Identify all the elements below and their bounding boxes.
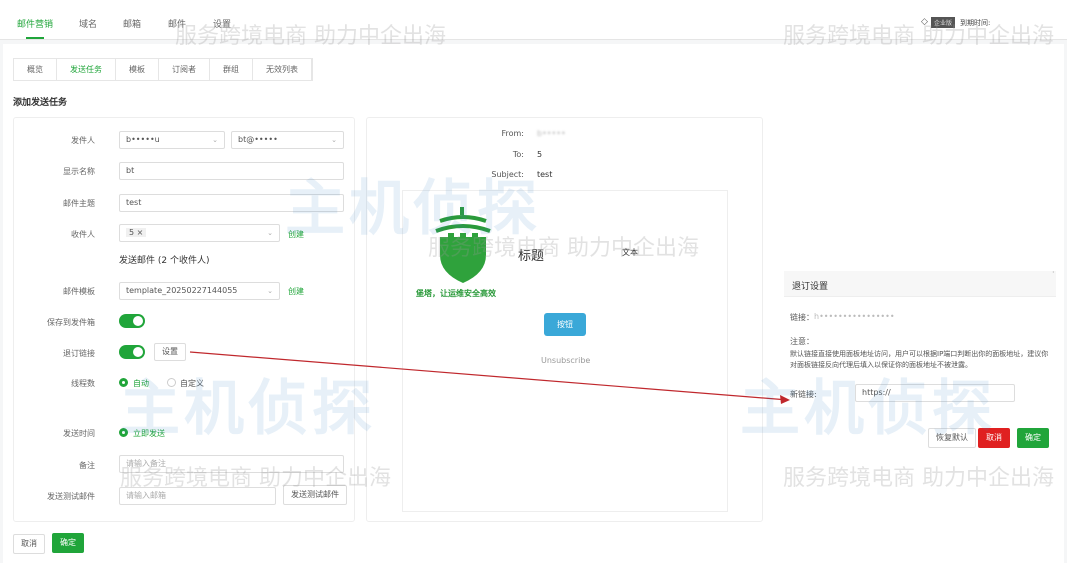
tab-subscribers[interactable]: 订阅者 (159, 59, 210, 80)
preview-button[interactable]: 按钮 (544, 313, 586, 336)
unsubscribe-settings-dialog: 退订设置 · 链接： h•••••••••••••••• 注意： 默认链接直接使… (780, 268, 1057, 456)
subject-label: 邮件主题 (63, 199, 95, 208)
preview-subject-label: Subject: (491, 170, 524, 179)
dialog-title: 退订设置 (792, 282, 829, 292)
sender-value: b•••••u (126, 135, 160, 144)
chevron-down-icon: ⌄ (267, 229, 273, 237)
send-test-email-button[interactable]: 发送测试邮件 (283, 485, 347, 505)
send-now-radio[interactable] (119, 428, 128, 437)
threads-auto-label: 自动 (133, 379, 149, 388)
dialog-cancel-button[interactable]: 取消 (978, 428, 1010, 448)
sender-email-select[interactable]: bt@••••• ⌄ (231, 131, 344, 149)
save-sent-toggle[interactable] (119, 314, 145, 328)
preview-heading: 标题 (518, 249, 545, 264)
template-value: template_20250227144055 (126, 286, 238, 295)
cancel-button[interactable]: 取消 (13, 534, 45, 554)
tab-send-tasks[interactable]: 发送任务 (57, 59, 116, 80)
sender-select[interactable]: b•••••u ⌄ (119, 131, 225, 149)
dialog-link-value: h•••••••••••••••• (814, 312, 895, 321)
castle-logo-icon (435, 207, 491, 283)
remark-input[interactable]: 请输入备注 (119, 455, 344, 473)
preview-from-label: From: (501, 129, 524, 138)
threads-custom-radio[interactable] (167, 378, 176, 387)
tab-bar: 概览 发送任务 模板 订阅者 群组 无效列表 (13, 58, 313, 81)
display-name-input[interactable]: bt (119, 162, 344, 180)
confirm-button[interactable]: 确定 (52, 533, 84, 553)
nav-settings[interactable]: 设置 (213, 17, 231, 30)
create-template-link[interactable]: 创建 (288, 286, 304, 297)
recipient-select[interactable]: 5 × ⌄ (119, 224, 280, 242)
send-now-label: 立即发送 (133, 429, 165, 438)
dialog-note-text: 默认链接直接使用面板地址访问，用户可以根据IP端口判断出你的面板地址，建议你对面… (790, 350, 1049, 369)
recipient-tag-label: 5 (129, 228, 135, 237)
recipient-label: 收件人 (71, 230, 95, 239)
chevron-down-icon: ⌄ (267, 287, 273, 295)
subject-input[interactable]: test (119, 194, 344, 212)
remark-label: 备注 (79, 461, 95, 470)
dialog-confirm-button[interactable]: 确定 (1017, 428, 1049, 448)
preview-to-value: 5 (537, 150, 543, 159)
threads-custom-label: 自定义 (180, 379, 204, 388)
template-select[interactable]: template_20250227144055 ⌄ (119, 282, 280, 300)
sender-label: 发件人 (71, 136, 95, 145)
sender-email-value: bt@••••• (238, 135, 278, 144)
dialog-link-label: 链接： (790, 313, 814, 322)
unsubscribe-toggle[interactable] (119, 345, 145, 359)
display-name-label: 显示名称 (63, 167, 95, 176)
nav-mail[interactable]: 邮件 (168, 17, 186, 30)
preview-unsubscribe-link[interactable]: Unsubscribe (541, 356, 590, 365)
tab-groups[interactable]: 群组 (210, 59, 253, 80)
unsubscribe-label: 退订链接 (63, 349, 95, 358)
diamond-icon: ◇ (921, 17, 928, 27)
edition-badge: 企业版 (931, 17, 956, 28)
preview-slogan: 堡塔，让运维安全高效 (416, 289, 496, 298)
nav-mailbox[interactable]: 邮箱 (123, 17, 141, 30)
dialog-reset-button[interactable]: 恢复默认 (928, 428, 976, 448)
nav-email-marketing[interactable]: 邮件营销 (17, 17, 53, 30)
recipient-summary: 发送邮件 (2 个收件人) (119, 256, 210, 266)
send-time-label: 发送时间 (63, 429, 95, 438)
nav-active-indicator (26, 37, 44, 39)
expire-label: 到期时间: (960, 19, 991, 27)
test-email-label: 发送测试邮件 (47, 492, 95, 501)
nav-domain[interactable]: 域名 (79, 17, 97, 30)
preview-to-label: To: (512, 150, 524, 159)
threads-auto-radio[interactable] (119, 378, 128, 387)
template-label: 邮件模板 (63, 287, 95, 296)
close-icon[interactable]: · (1052, 268, 1055, 277)
test-email-input[interactable]: 请输入邮箱 (119, 487, 276, 505)
preview-from-value: b••••• (537, 129, 566, 138)
dialog-new-link-input[interactable]: https:// (855, 384, 1015, 402)
threads-label: 线程数 (71, 379, 95, 388)
top-navigation: 邮件营销 域名 邮箱 邮件 设置 ◇ 企业版 到期时间: (0, 0, 1067, 40)
recipient-tag[interactable]: 5 × (126, 228, 147, 237)
tab-overview[interactable]: 概览 (14, 59, 57, 80)
dialog-note-label: 注意： (790, 337, 814, 346)
chevron-down-icon: ⌄ (212, 136, 218, 144)
dialog-new-link-label: 新链接: (790, 390, 817, 399)
preview-subject-value: test (537, 170, 553, 179)
tab-templates[interactable]: 模板 (116, 59, 159, 80)
page-title: 添加发送任务 (13, 98, 68, 108)
chevron-down-icon: ⌄ (331, 136, 337, 144)
save-sent-label: 保存到发件箱 (47, 318, 95, 327)
close-icon[interactable]: × (137, 228, 144, 237)
create-recipient-link[interactable]: 创建 (288, 229, 304, 240)
tab-invalid-list[interactable]: 无效列表 (253, 59, 312, 80)
unsubscribe-settings-button[interactable]: 设置 (154, 343, 186, 361)
preview-text: 文本 (622, 248, 638, 257)
